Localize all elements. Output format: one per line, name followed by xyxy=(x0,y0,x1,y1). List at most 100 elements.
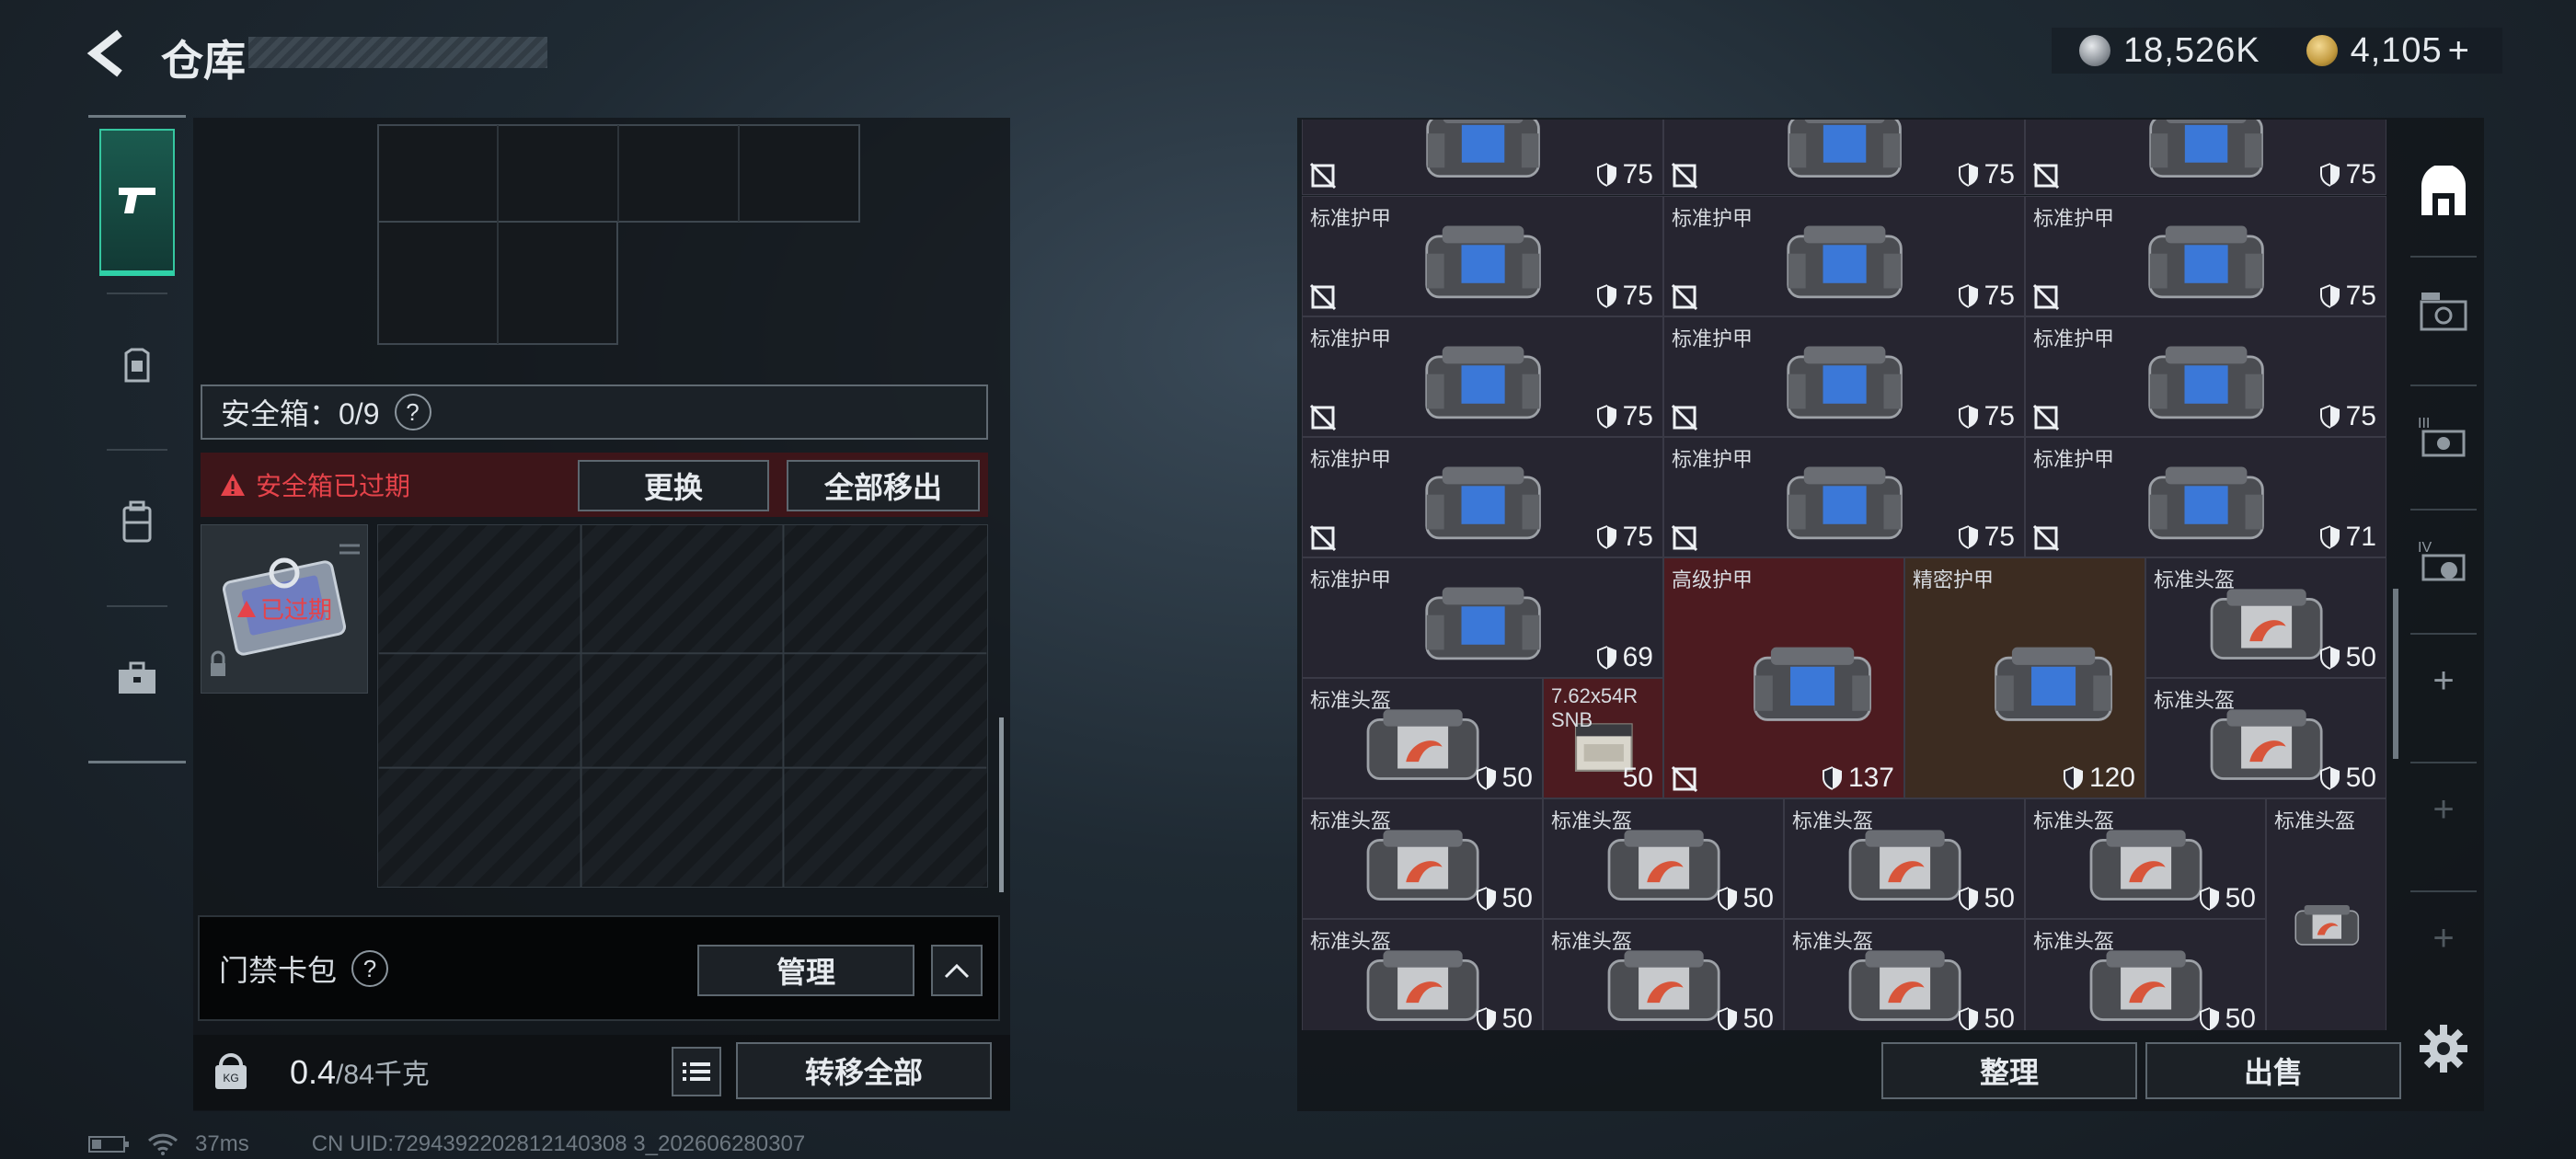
inventory-item[interactable]: 标准护甲 75 xyxy=(1663,196,2025,316)
silver-currency-value: 18,526K xyxy=(2123,30,2260,70)
unbound-icon xyxy=(1310,525,1336,551)
expired-badge: 已过期 xyxy=(236,591,332,625)
inventory-item[interactable]: 标准头盔 50 xyxy=(1543,919,1784,1030)
tab-backpack[interactable] xyxy=(99,449,175,596)
gold-coin-icon xyxy=(2306,35,2338,66)
unbound-icon xyxy=(1672,163,1697,189)
inventory-item[interactable]: 标准头盔 xyxy=(2266,798,2386,1030)
left-scrollbar[interactable] xyxy=(999,717,1004,892)
armor-value-icon xyxy=(1596,646,1616,670)
add-currency-button[interactable]: + xyxy=(2448,30,2470,72)
inventory-item[interactable]: 标准头盔 50 xyxy=(1302,798,1543,919)
list-icon xyxy=(683,1062,710,1081)
item-name: 标准头盔 xyxy=(2154,689,2236,712)
item-durability-value: 75 xyxy=(1984,522,2015,552)
inventory-item[interactable]: 标准头盔 50 xyxy=(1784,919,2025,1030)
armor-vest-image xyxy=(2149,120,2264,178)
briefcase-icon xyxy=(119,661,155,694)
inventory-item[interactable]: 7.62x54R SNB 50 xyxy=(1543,678,1663,798)
storage-tab-4[interactable]: IV xyxy=(2414,532,2473,591)
add-storage-1[interactable]: + xyxy=(2414,651,2473,710)
armor-vest-image xyxy=(1787,346,1903,419)
item-durability-value: 50 xyxy=(1501,1004,1533,1030)
uid-text: CN UID:7294392202812140308 3_20260628030… xyxy=(311,1131,806,1156)
inventory-item[interactable]: 标准护甲 75 xyxy=(2025,316,2386,437)
inventory-item[interactable]: 标准护甲 69 xyxy=(1302,557,1663,678)
weight-bag-icon: KG xyxy=(215,1053,247,1089)
list-view-button[interactable] xyxy=(672,1047,721,1096)
item-name: 标准护甲 xyxy=(1672,448,1754,471)
transfer-all-button[interactable]: 转移全部 xyxy=(736,1042,992,1099)
item-durability: 75 xyxy=(1596,522,1653,553)
unbound-icon xyxy=(2033,284,2059,310)
item-durability-value: 137 xyxy=(1847,763,1894,793)
storage-tab-2[interactable] xyxy=(2414,283,2473,342)
currency-bar: 18,526K 4,105 + xyxy=(2052,28,2502,74)
storage-tab-3[interactable]: III xyxy=(2414,407,2473,466)
item-durability: 50 xyxy=(2319,642,2376,673)
armor-value-icon xyxy=(2319,163,2340,187)
unbound-icon xyxy=(2033,405,2059,430)
tab-weapons[interactable] xyxy=(99,129,175,276)
item-durability: 75 xyxy=(1958,401,2015,432)
back-arrow-icon[interactable] xyxy=(83,26,138,81)
sell-button[interactable]: 出售 xyxy=(2145,1042,2401,1099)
warning-icon xyxy=(221,474,245,496)
inventory-item[interactable]: 75 xyxy=(1302,120,1663,195)
inventory-item[interactable]: 标准头盔 50 xyxy=(1784,798,2025,919)
safe-box-item[interactable]: 已过期 xyxy=(201,524,368,694)
item-name: 标准护甲 xyxy=(1310,327,1392,350)
wifi-icon xyxy=(147,1133,178,1155)
inventory-item[interactable]: 标准护甲 75 xyxy=(1302,196,1663,316)
inventory-item[interactable]: 标准头盔 50 xyxy=(2025,919,2266,1030)
inventory-item[interactable]: 标准头盔 50 xyxy=(1543,798,1784,919)
inventory-item[interactable]: 标准护甲 75 xyxy=(1302,316,1663,437)
inventory-item[interactable]: 75 xyxy=(1663,120,2025,195)
manage-button[interactable]: 管理 xyxy=(697,945,914,996)
replace-button[interactable]: 更换 xyxy=(578,460,769,511)
storage-rail: III IV + + + xyxy=(2403,118,2484,1038)
card-pack-help-button[interactable]: ? xyxy=(351,950,389,987)
inventory-item[interactable]: 标准护甲 75 xyxy=(2025,196,2386,316)
inventory-item[interactable]: 标准护甲 71 xyxy=(2025,437,2386,557)
armor-vest-image xyxy=(2148,466,2265,540)
add-storage-2[interactable]: + xyxy=(2414,780,2473,839)
tab-armor[interactable] xyxy=(99,293,175,440)
page-title: 仓库 xyxy=(161,37,246,85)
inventory-item[interactable]: 标准头盔 50 xyxy=(2145,557,2386,678)
inventory-item[interactable]: 标准护甲 75 xyxy=(1663,316,2025,437)
item-durability-value: 50 xyxy=(1742,883,1774,913)
silver-coin-icon xyxy=(2079,35,2110,66)
item-name: 标准头盔 xyxy=(2033,930,2115,953)
add-storage-3[interactable]: + xyxy=(2414,909,2473,968)
armor-value-icon xyxy=(2319,525,2340,549)
inventory-item[interactable]: 标准头盔 50 xyxy=(2025,798,2266,919)
inventory-item[interactable]: 标准护甲 75 xyxy=(1302,437,1663,557)
inventory-item[interactable]: 75 xyxy=(2025,120,2386,195)
storage-home-tab[interactable] xyxy=(2414,164,2473,223)
item-name: 标准护甲 xyxy=(1672,207,1754,230)
safe-box-help-button[interactable]: ? xyxy=(394,394,431,430)
tab-briefcase[interactable] xyxy=(99,605,175,752)
settings-icon[interactable] xyxy=(2418,1023,2469,1074)
sort-button[interactable]: 整理 xyxy=(1881,1042,2137,1099)
inventory-item[interactable]: 高级护甲 137 xyxy=(1663,557,1904,798)
card-pack-label: 门禁卡包 xyxy=(219,954,338,987)
inventory-item[interactable]: 标准护甲 75 xyxy=(1663,437,2025,557)
item-name: 标准头盔 xyxy=(1792,930,1874,953)
inventory-item[interactable]: 标准头盔 50 xyxy=(1302,919,1543,1030)
remove-all-button[interactable]: 全部移出 xyxy=(787,460,980,511)
unbound-icon xyxy=(1310,405,1336,430)
safe-box-header: 安全箱：0/9 ? xyxy=(201,384,988,440)
armor-vest-image xyxy=(2148,346,2265,419)
pistol-icon xyxy=(119,188,155,213)
inventory-item[interactable]: 标准头盔 50 xyxy=(2145,678,2386,798)
inventory-item[interactable]: 精密护甲 120 xyxy=(1904,557,2145,798)
armor-value-icon xyxy=(1596,284,1616,308)
item-name: 标准头盔 xyxy=(2274,809,2356,832)
inventory-scrollbar[interactable] xyxy=(2393,589,2398,759)
collapse-button[interactable] xyxy=(931,945,983,996)
inventory-item[interactable]: 标准头盔 50 xyxy=(1302,678,1543,798)
unbound-icon xyxy=(2033,525,2059,551)
item-durability-value: 69 xyxy=(1622,642,1653,672)
